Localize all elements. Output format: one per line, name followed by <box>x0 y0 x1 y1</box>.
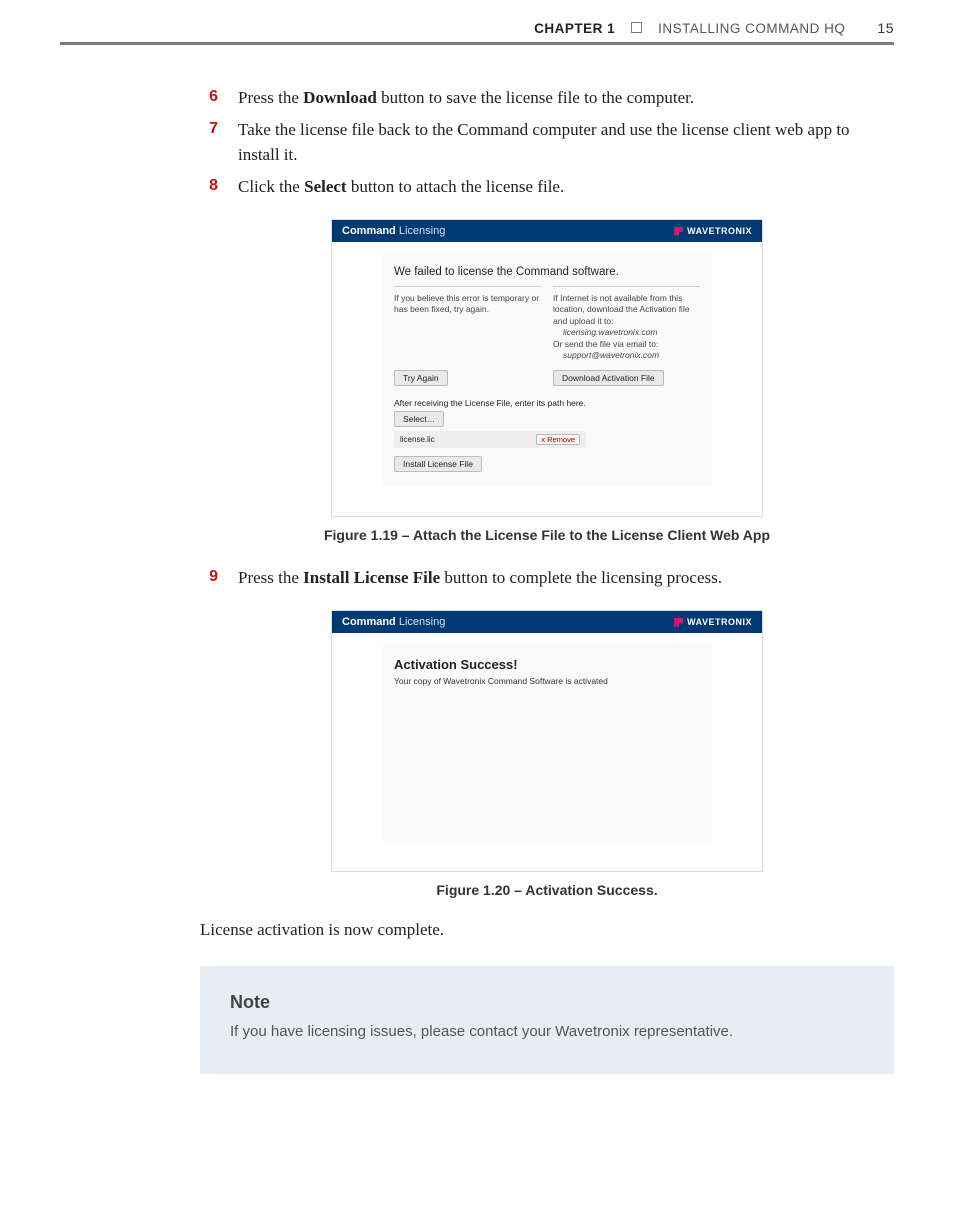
right-column: If Internet is not available from this l… <box>553 286 700 362</box>
step-number: 7 <box>200 117 218 168</box>
brand-right-text: WAVETRONIX <box>687 617 752 627</box>
brand-right: WAVETRONIX <box>674 617 752 627</box>
success-title: Activation Success! <box>394 657 700 672</box>
left-col-text: If you believe this error is temporary o… <box>394 293 539 314</box>
step-item: 6 Press the Download button to save the … <box>200 85 894 111</box>
brand-right-text: WAVETRONIX <box>687 226 752 236</box>
step-item: 7 Take the license file back to the Comm… <box>200 117 894 168</box>
step-item: 8 Click the Select button to attach the … <box>200 174 894 200</box>
figure-1-20-caption: Figure 1.20 – Activation Success. <box>200 882 894 898</box>
app-title-bold: Command <box>342 616 396 628</box>
left-column: If you believe this error is temporary o… <box>394 286 541 362</box>
note-title: Note <box>230 992 864 1013</box>
install-license-button[interactable]: Install License File <box>394 456 482 472</box>
running-header: CHAPTER 1 INSTALLING COMMAND HQ 15 <box>60 20 894 45</box>
chapter-label: CHAPTER 1 <box>534 21 615 36</box>
note-body: If you have licensing issues, please con… <box>230 1021 864 1044</box>
right-col-email: support@wavetronix.com <box>563 350 659 360</box>
app-title-bar: Command Licensing WAVETRONIX <box>332 611 762 633</box>
after-receiving-text: After receiving the License File, enter … <box>394 398 700 408</box>
separator-icon <box>631 22 642 33</box>
success-subtitle: Your copy of Wavetronix Command Software… <box>394 676 700 686</box>
try-again-button[interactable]: Try Again <box>394 370 448 386</box>
app-title: Command Licensing <box>342 616 445 628</box>
step-text: Press the Download button to save the li… <box>238 85 894 111</box>
right-col-line2: Or send the file via email to: <box>553 339 658 349</box>
right-col-url1: licensing.wavetronix.com <box>563 327 657 337</box>
step-text: Click the Select button to attach the li… <box>238 174 894 200</box>
note-block: Note If you have licensing issues, pleas… <box>200 966 894 1074</box>
app-title: Command Licensing <box>342 225 445 237</box>
figure-1-20-screenshot: Command Licensing WAVETRONIX Activation … <box>331 610 763 872</box>
figure-1-19-caption: Figure 1.19 – Attach the License File to… <box>200 527 894 543</box>
chapter-title: INSTALLING COMMAND HQ <box>658 21 845 36</box>
remove-file-button[interactable]: x Remove <box>536 434 580 445</box>
app-title-bar: Command Licensing WAVETRONIX <box>332 220 762 242</box>
right-col-line1: If Internet is not available from this l… <box>553 293 690 326</box>
steps-list-b: 9 Press the Install License File button … <box>200 565 894 591</box>
app-title-bold: Command <box>342 225 396 237</box>
step-number: 8 <box>200 174 218 200</box>
app-title-light: Licensing <box>399 616 445 628</box>
step-text: Press the Install License File button to… <box>238 565 894 591</box>
figure-1-19-screenshot: Command Licensing WAVETRONIX We failed t… <box>331 219 763 517</box>
step-number: 9 <box>200 565 218 591</box>
success-panel: Activation Success! Your copy of Wavetro… <box>382 643 712 841</box>
step-text: Take the license file back to the Comman… <box>238 117 894 168</box>
file-row: license.lic x Remove <box>394 431 586 448</box>
brand-right: WAVETRONIX <box>674 226 752 236</box>
steps-list-a: 6 Press the Download button to save the … <box>200 85 894 199</box>
step-item: 9 Press the Install License File button … <box>200 565 894 591</box>
panel-title: We failed to license the Command softwar… <box>394 266 700 278</box>
post-text: License activation is now complete. <box>200 920 894 940</box>
app-title-light: Licensing <box>399 225 445 237</box>
step-number: 6 <box>200 85 218 111</box>
download-activation-button[interactable]: Download Activation File <box>553 370 664 386</box>
wavetronix-logo-icon <box>674 227 683 236</box>
page-number: 15 <box>877 20 894 36</box>
selected-file-name: license.lic <box>400 435 530 444</box>
wavetronix-logo-icon <box>674 618 683 627</box>
licensing-panel: We failed to license the Command softwar… <box>382 252 712 486</box>
select-button[interactable]: Select… <box>394 411 444 427</box>
